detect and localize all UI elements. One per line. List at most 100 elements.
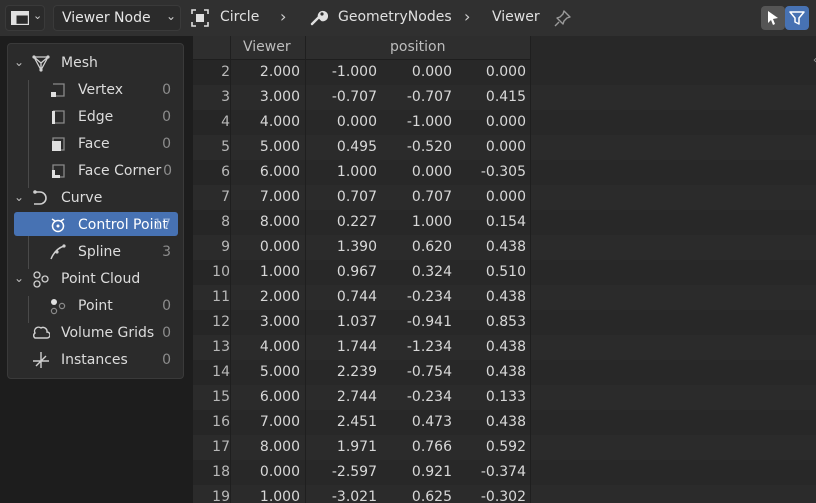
table-cell: 1.000 <box>259 489 300 503</box>
data-set-panel: ⌄ Mesh Vertex 0 Edge 0 Face 0 Face Corne… <box>7 43 184 379</box>
tree-item-spline[interactable]: Spline 3 <box>8 238 183 265</box>
table-cell: -0.754 <box>406 364 452 380</box>
table-row[interactable]: 13 4.000 1.744 -1.234 0.438 <box>193 335 816 360</box>
object-icon <box>191 9 209 27</box>
breadcrumb-viewer[interactable]: Viewer <box>492 9 540 25</box>
breadcrumb-modifier[interactable]: GeometryNodes <box>338 9 452 25</box>
mesh-icon <box>32 55 50 72</box>
table-cell: 2.451 <box>336 414 377 430</box>
tree-item-curve[interactable]: ⌄ Curve <box>8 184 183 211</box>
table-cell: 1.000 <box>259 264 300 280</box>
tree-item-face[interactable]: Face 0 <box>8 130 183 157</box>
face-corner-icon <box>52 164 65 178</box>
table-cell: -1.234 <box>406 339 452 355</box>
tree-item-point-cloud[interactable]: ⌄ Point Cloud <box>8 265 183 292</box>
table-row[interactable]: 4 4.000 0.000 -1.000 0.000 <box>193 110 816 135</box>
table-cell: 0.510 <box>485 264 526 280</box>
tree-item-count: 0 <box>162 325 171 341</box>
tree-item-count: 0 <box>162 82 171 98</box>
header-bar: ⌄ Viewer Node ⌄ Circle › GeometryNodes ›… <box>0 0 816 36</box>
table-cell: -0.374 <box>480 464 526 480</box>
table-cell: 0.000 <box>336 114 377 130</box>
table-cell: 2.000 <box>259 289 300 305</box>
dropdown-label: Viewer Node <box>62 10 151 26</box>
table-row[interactable]: 6 6.000 1.000 0.000 -0.305 <box>193 160 816 185</box>
pin-icon[interactable] <box>554 9 572 27</box>
table-row[interactable]: 18 0.000 -2.597 0.921 -0.374 <box>193 460 816 485</box>
row-index: 11 <box>212 289 230 305</box>
table-cell: -1.000 <box>331 64 377 80</box>
table-cell: 0.438 <box>485 339 526 355</box>
volume-icon <box>33 326 50 339</box>
tree-item-count: 0 <box>162 109 171 125</box>
row-index: 7 <box>221 189 230 205</box>
index-column-header <box>193 36 230 60</box>
tree-item-instances[interactable]: Instances 0 <box>8 346 183 373</box>
table-row[interactable]: 7 7.000 0.707 0.707 0.000 <box>193 185 816 210</box>
table-row[interactable]: 9 0.000 1.390 0.620 0.438 <box>193 235 816 260</box>
table-cell: 1.744 <box>336 339 377 355</box>
table-cell: -0.707 <box>331 89 377 105</box>
tree-item-edge[interactable]: Edge 0 <box>8 103 183 130</box>
table-cell: 1.971 <box>336 439 377 455</box>
table-row[interactable]: 19 1.000 -3.021 0.625 -0.302 <box>193 485 816 503</box>
select-icon <box>768 11 778 25</box>
table-row[interactable]: 8 8.000 0.227 1.000 0.154 <box>193 210 816 235</box>
table-cell: 5.000 <box>259 364 300 380</box>
table-cell: 0.473 <box>411 414 452 430</box>
table-cell: 0.495 <box>336 139 377 155</box>
column-header-viewer[interactable]: Viewer <box>230 36 305 60</box>
table-row[interactable]: 14 5.000 2.239 -0.754 0.438 <box>193 360 816 385</box>
table-row[interactable]: 15 6.000 2.744 -0.234 0.133 <box>193 385 816 410</box>
tree-item-label: Point Cloud <box>61 271 141 287</box>
row-index: 12 <box>212 314 230 330</box>
tree-item-vertex[interactable]: Vertex 0 <box>8 76 183 103</box>
table-cell: 0.000 <box>259 464 300 480</box>
row-index: 10 <box>212 264 230 280</box>
table-cell: 0.592 <box>485 439 526 455</box>
table-cell: 0.744 <box>336 289 377 305</box>
table-cell: 7.000 <box>259 189 300 205</box>
table-row[interactable]: 12 3.000 1.037 -0.941 0.853 <box>193 310 816 335</box>
edge-icon <box>52 110 65 124</box>
row-index: 3 <box>221 89 230 105</box>
breadcrumb-object[interactable]: Circle <box>220 9 259 25</box>
chevron-down-icon[interactable]: ⌄ <box>14 271 24 285</box>
instances-icon <box>33 352 49 368</box>
table-row[interactable]: 16 7.000 2.451 0.473 0.438 <box>193 410 816 435</box>
row-index: 9 <box>221 239 230 255</box>
table-row[interactable]: 10 1.000 0.967 0.324 0.510 <box>193 260 816 285</box>
table-row[interactable]: 11 2.000 0.744 -0.234 0.438 <box>193 285 816 310</box>
tree-item-count: 0 <box>162 136 171 152</box>
tree-item-point[interactable]: Point 0 <box>8 292 183 319</box>
tree-item-count: 3 <box>162 244 171 260</box>
viewer-node-dropdown[interactable]: Viewer Node ⌄ <box>53 5 181 31</box>
tree-item-volume-grids[interactable]: Volume Grids 0 <box>8 319 183 346</box>
table-row[interactable]: 3 3.000 -0.707 -0.707 0.415 <box>193 85 816 110</box>
tree-item-mesh[interactable]: ⌄ Mesh <box>8 49 183 76</box>
table-row[interactable]: 2 2.000 -1.000 0.000 0.000 <box>193 60 816 85</box>
table-cell: 1.000 <box>411 214 452 230</box>
spreadsheet-table[interactable]: Viewer position 2 2.000 -1.000 0.000 0.000 3 3… <box>193 36 816 503</box>
table-row[interactable]: 17 8.000 1.971 0.766 0.592 <box>193 435 816 460</box>
table-cell: 1.037 <box>336 314 377 330</box>
select-toggle-button[interactable] <box>761 6 785 30</box>
table-row[interactable]: 5 5.000 0.495 -0.520 0.000 <box>193 135 816 160</box>
row-index: 4 <box>221 114 230 130</box>
chevron-down-icon[interactable]: ⌄ <box>14 55 24 69</box>
table-cell: 0.438 <box>485 414 526 430</box>
row-index: 19 <box>212 489 230 503</box>
table-cell: 0.000 <box>485 189 526 205</box>
tree-item-face-corner[interactable]: Face Corner 0 <box>8 157 183 184</box>
table-cell: -0.302 <box>480 489 526 503</box>
column-header-position[interactable]: position <box>305 36 530 60</box>
tree-item-count: 0 <box>162 298 171 314</box>
filter-toggle-button[interactable] <box>785 6 809 30</box>
chevron-down-icon[interactable]: ⌄ <box>14 190 24 204</box>
tree-item-label: Volume Grids <box>61 325 155 341</box>
tree-item-control-point[interactable]: Control Point 17 <box>8 211 183 238</box>
table-cell: 0.000 <box>411 164 452 180</box>
row-index: 16 <box>212 414 230 430</box>
row-index: 8 <box>221 214 230 230</box>
editor-type-button[interactable]: ⌄ <box>5 5 45 31</box>
